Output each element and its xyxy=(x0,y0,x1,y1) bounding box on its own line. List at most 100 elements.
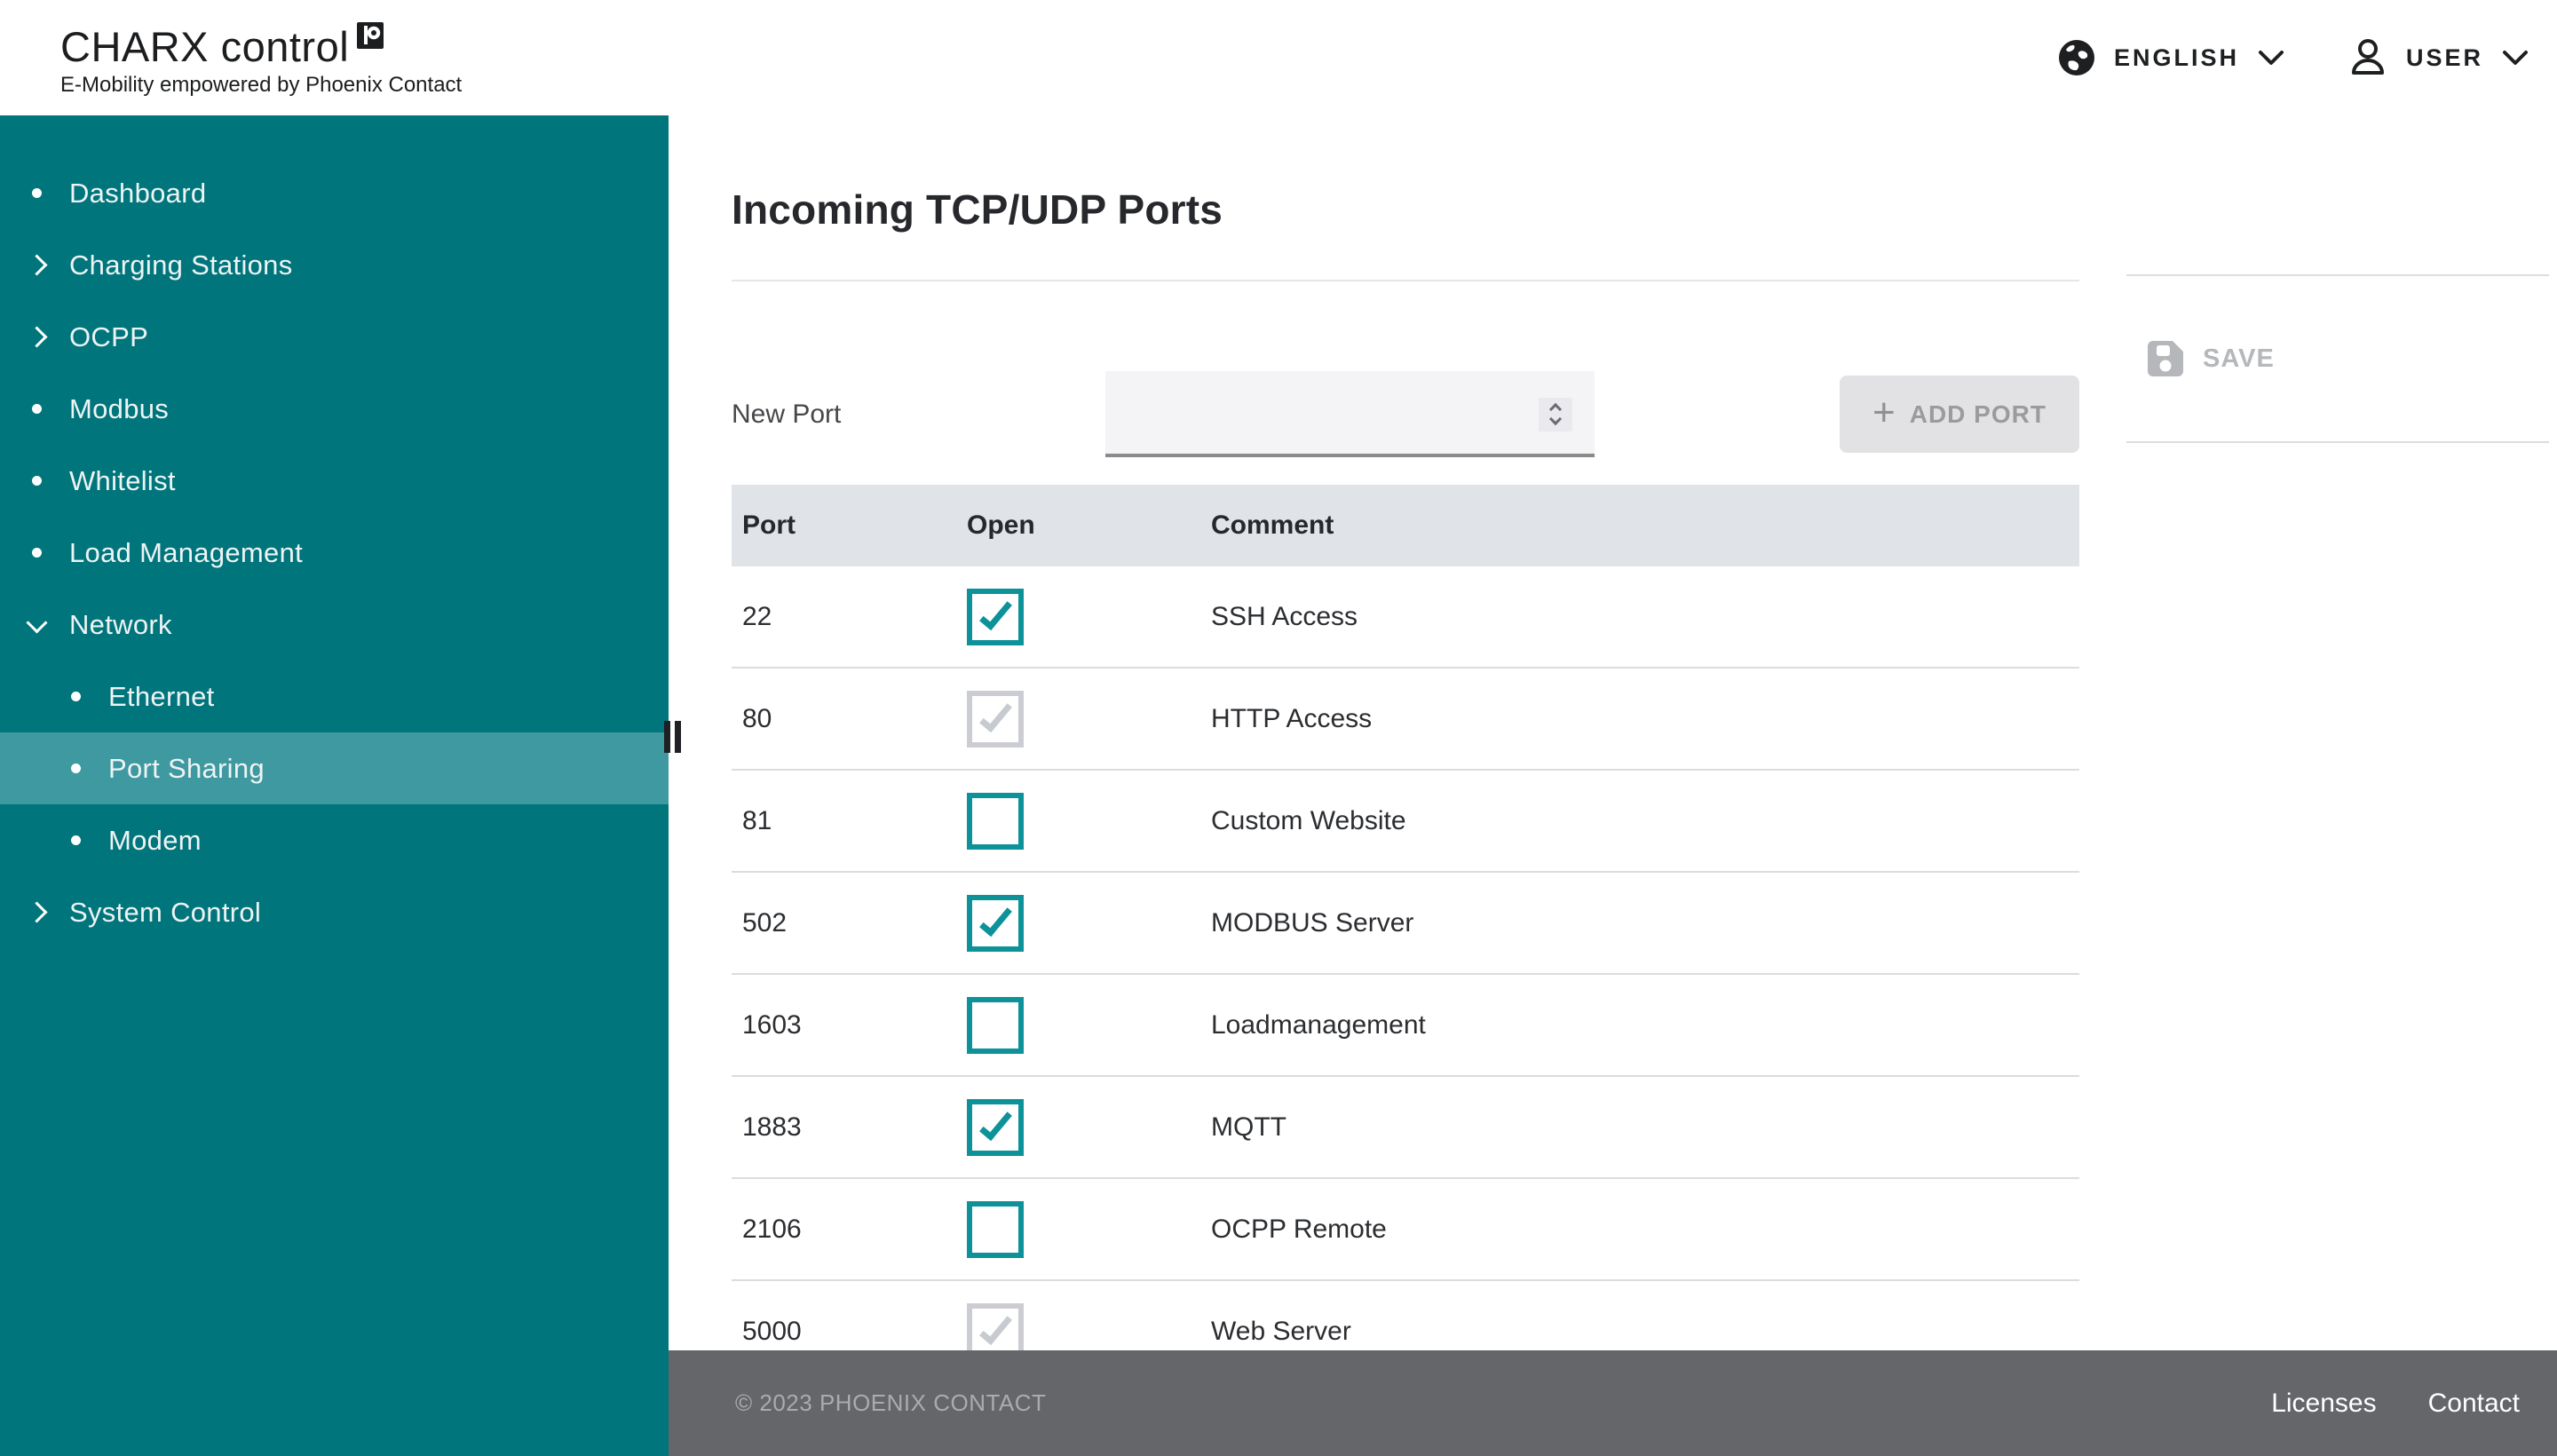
sidebar-item[interactable]: Modbus xyxy=(0,373,669,445)
user-menu[interactable]: USER xyxy=(2347,37,2529,78)
comment-cell: Custom Website xyxy=(1211,806,2079,836)
column-header-port: Port xyxy=(742,510,967,541)
phoenix-contact-logo-icon xyxy=(357,22,384,49)
table-row: 2106 OCPP Remote xyxy=(732,1179,2079,1281)
table-row: 1883 MQTT xyxy=(732,1077,2079,1179)
sidebar-item[interactable]: Charging Stations xyxy=(0,229,669,301)
sidebar-item[interactable]: Dashboard xyxy=(0,157,669,229)
open-checkbox[interactable] xyxy=(967,1099,1024,1156)
language-selector[interactable]: ENGLISH xyxy=(2057,38,2285,77)
add-port-label: ADD PORT xyxy=(1910,400,2046,429)
page-title: Incoming TCP/UDP Ports xyxy=(732,183,2557,236)
open-checkbox[interactable] xyxy=(967,793,1024,850)
save-icon xyxy=(2146,339,2185,378)
table-row: 22 SSH Access xyxy=(732,566,2079,669)
sidebar-nav: Dashboard Charging Stations OCPP Modbus xyxy=(0,115,669,948)
sidebar-item[interactable]: Whitelist xyxy=(0,445,669,517)
table-row: 80 HTTP Access xyxy=(732,669,2079,771)
open-checkbox[interactable] xyxy=(967,691,1024,748)
sidebar-item-label: Modem xyxy=(108,825,202,857)
sidebar-item-icon xyxy=(64,764,87,773)
new-port-label: New Port xyxy=(732,400,1105,430)
comment-cell: HTTP Access xyxy=(1211,704,2079,734)
comment-cell: MODBUS Server xyxy=(1211,908,2079,938)
main-content: Incoming TCP/UDP Ports New Port + ADD PO… xyxy=(669,115,2557,1456)
comment-cell: Web Server xyxy=(1211,1317,2079,1347)
sidebar-item-icon xyxy=(25,257,48,273)
sidebar-item[interactable]: Load Management xyxy=(0,517,669,589)
copyright-text: © 2023 PHOENIX CONTACT xyxy=(735,1389,1046,1417)
save-button-label: SAVE xyxy=(2203,344,2275,374)
chevron-down-icon xyxy=(2257,46,2285,69)
save-panel: SAVE xyxy=(2126,274,2549,443)
logo-tagline: E-Mobility empowered by Phoenix Contact xyxy=(60,73,462,98)
table-row: 1603 Loadmanagement xyxy=(732,975,2079,1077)
user-label: USER xyxy=(2406,44,2483,72)
stepper-down-icon[interactable] xyxy=(1549,413,1562,425)
checkmark-icon xyxy=(979,697,1012,732)
column-header-open: Open xyxy=(967,510,1211,541)
comment-cell: Loadmanagement xyxy=(1211,1010,2079,1041)
sidebar-item-label: OCPP xyxy=(69,321,148,353)
port-cell: 80 xyxy=(742,704,967,734)
port-cell: 5000 xyxy=(742,1317,967,1347)
sidebar-item-label: Port Sharing xyxy=(108,753,265,785)
sidebar-item-label: Charging Stations xyxy=(69,249,293,281)
sidebar-item-icon xyxy=(25,404,48,414)
top-bar: CHARX control E-Mobility empowered by Ph… xyxy=(0,0,2557,115)
checkmark-icon xyxy=(979,1105,1012,1140)
ports-table: Port Open Comment 22 SSH Access 80 xyxy=(732,485,2079,1383)
comment-cell: SSH Access xyxy=(1211,602,2079,632)
sidebar-item[interactable]: OCPP xyxy=(0,301,669,373)
new-port-input-wrap xyxy=(1105,371,1595,457)
ports-table-body: 22 SSH Access 80 HTTP Access xyxy=(732,566,2079,1383)
port-cell: 1883 xyxy=(742,1112,967,1143)
footer: © 2023 PHOENIX CONTACT Licenses Contact xyxy=(669,1350,2557,1456)
table-row: 502 MODBUS Server xyxy=(732,873,2079,975)
sidebar-item-label: Network xyxy=(69,609,172,641)
sidebar-item-label: Modbus xyxy=(69,393,169,425)
sidebar-item-icon xyxy=(25,548,48,558)
table-row: 81 Custom Website xyxy=(732,771,2079,873)
port-cell: 2106 xyxy=(742,1215,967,1245)
port-cell: 1603 xyxy=(742,1010,967,1041)
user-icon xyxy=(2347,37,2388,78)
footer-link[interactable]: Licenses xyxy=(2271,1389,2376,1419)
port-cell: 81 xyxy=(742,806,967,836)
sidebar-item-label: Load Management xyxy=(69,537,303,569)
save-button[interactable]: SAVE xyxy=(2146,339,2275,378)
chevron-down-icon xyxy=(2501,46,2529,69)
open-checkbox[interactable] xyxy=(967,997,1024,1054)
checkmark-icon xyxy=(979,901,1012,936)
new-port-input[interactable] xyxy=(1105,371,1595,457)
open-checkbox[interactable] xyxy=(967,589,1024,645)
sidebar-item[interactable]: Ethernet xyxy=(0,661,669,732)
sidebar-item[interactable]: Network xyxy=(0,589,669,661)
open-checkbox[interactable] xyxy=(967,895,1024,952)
column-header-comment: Comment xyxy=(1211,510,2079,541)
sidebar-item[interactable]: System Control xyxy=(0,876,669,948)
sidebar-item-icon xyxy=(25,329,48,344)
checkmark-icon xyxy=(979,1310,1012,1344)
sidebar-item-label: Dashboard xyxy=(69,178,206,210)
sidebar-item-label: System Control xyxy=(69,897,261,929)
sidebar-item-icon xyxy=(25,905,48,920)
sidebar-item-icon xyxy=(25,188,48,198)
sidebar-item[interactable]: Port Sharing xyxy=(0,732,669,804)
sidebar-item[interactable]: Modem xyxy=(0,804,669,876)
open-checkbox[interactable] xyxy=(967,1201,1024,1258)
globe-icon xyxy=(2057,38,2096,77)
port-cell: 22 xyxy=(742,602,967,632)
comment-cell: MQTT xyxy=(1211,1112,2079,1143)
checkmark-icon xyxy=(979,595,1012,629)
port-cell: 502 xyxy=(742,908,967,938)
logo-title: CHARX control xyxy=(60,24,349,70)
title-divider xyxy=(732,280,2079,281)
sidebar-item-label: Ethernet xyxy=(108,681,215,713)
sidebar-item-icon xyxy=(64,835,87,845)
add-port-button[interactable]: + ADD PORT xyxy=(1840,376,2079,453)
footer-link[interactable]: Contact xyxy=(2428,1389,2520,1419)
number-stepper[interactable] xyxy=(1539,398,1572,431)
comment-cell: OCPP Remote xyxy=(1211,1215,2079,1245)
sidebar-resize-handle[interactable] xyxy=(664,721,681,753)
